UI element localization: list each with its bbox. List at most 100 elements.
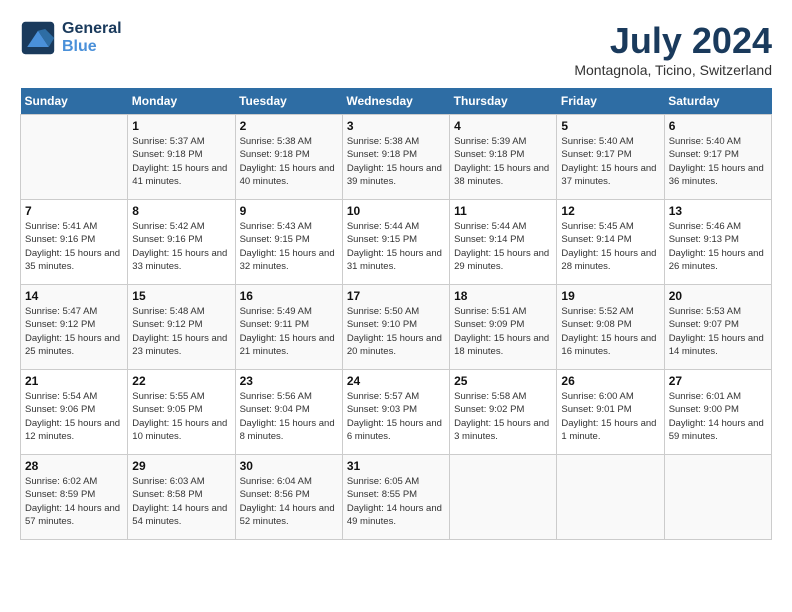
day-info: Sunrise: 5:40 AMSunset: 9:17 PMDaylight:…	[561, 135, 659, 188]
day-number: 11	[454, 204, 552, 218]
location: Montagnola, Ticino, Switzerland	[574, 62, 772, 78]
calendar-header-row: SundayMondayTuesdayWednesdayThursdayFrid…	[21, 88, 772, 115]
calendar-cell: 16Sunrise: 5:49 AMSunset: 9:11 PMDayligh…	[235, 285, 342, 370]
calendar-cell: 8 Sunrise: 5:42 AMSunset: 9:16 PMDaylight…	[128, 200, 235, 285]
calendar-cell: 27Sunrise: 6:01 AMSunset: 9:00 PMDayligh…	[664, 370, 771, 455]
calendar-cell: 30 Sunrise: 6:04 AMSunset: 8:56 PMDayligh…	[235, 455, 342, 540]
calendar-cell: 18 Sunrise: 5:51 AMSunset: 9:09 PMDayligh…	[450, 285, 557, 370]
day-info: Sunrise: 5:39 AMSunset: 9:18 PMDaylight:…	[454, 135, 552, 188]
day-info: Sunrise: 5:46 AMSunset: 9:13 PMDaylight:…	[669, 220, 767, 273]
day-number: 2	[240, 119, 338, 133]
logo-text: General Blue	[62, 20, 122, 56]
day-number: 16	[240, 289, 338, 303]
day-number: 30	[240, 459, 338, 473]
logo-icon	[20, 20, 56, 56]
calendar-cell: 4 Sunrise: 5:39 AMSunset: 9:18 PMDaylight…	[450, 115, 557, 200]
calendar-cell: 19Sunrise: 5:52 AMSunset: 9:08 PMDayligh…	[557, 285, 664, 370]
day-info: Sunrise: 5:40 AMSunset: 9:17 PMDaylight:…	[669, 135, 767, 188]
calendar-cell: 26Sunrise: 6:00 AMSunset: 9:01 PMDayligh…	[557, 370, 664, 455]
day-info: Sunrise: 6:04 AMSunset: 8:56 PMDaylight:…	[240, 475, 338, 528]
calendar-cell: 9 Sunrise: 5:43 AMSunset: 9:15 PMDaylight…	[235, 200, 342, 285]
day-info: Sunrise: 6:01 AMSunset: 9:00 PMDaylight:…	[669, 390, 767, 443]
day-info: Sunrise: 5:57 AMSunset: 9:03 PMDaylight:…	[347, 390, 445, 443]
calendar-cell: 13 Sunrise: 5:46 AMSunset: 9:13 PMDayligh…	[664, 200, 771, 285]
day-info: Sunrise: 5:45 AMSunset: 9:14 PMDaylight:…	[561, 220, 659, 273]
day-info: Sunrise: 5:43 AMSunset: 9:15 PMDaylight:…	[240, 220, 338, 273]
calendar-cell: 5 Sunrise: 5:40 AMSunset: 9:17 PMDaylight…	[557, 115, 664, 200]
day-number: 3	[347, 119, 445, 133]
calendar-cell: 6 Sunrise: 5:40 AMSunset: 9:17 PMDaylight…	[664, 115, 771, 200]
day-number: 6	[669, 119, 767, 133]
day-info: Sunrise: 5:47 AMSunset: 9:12 PMDaylight:…	[25, 305, 123, 358]
day-info: Sunrise: 5:54 AMSunset: 9:06 PMDaylight:…	[25, 390, 123, 443]
calendar-cell: 17 Sunrise: 5:50 AMSunset: 9:10 PMDayligh…	[342, 285, 449, 370]
calendar-cell: 14 Sunrise: 5:47 AMSunset: 9:12 PMDayligh…	[21, 285, 128, 370]
calendar-cell: 25 Sunrise: 5:58 AMSunset: 9:02 PMDayligh…	[450, 370, 557, 455]
calendar-cell: 15 Sunrise: 5:48 AMSunset: 9:12 PMDayligh…	[128, 285, 235, 370]
calendar-cell: 29 Sunrise: 6:03 AMSunset: 8:58 PMDayligh…	[128, 455, 235, 540]
day-number: 17	[347, 289, 445, 303]
day-info: Sunrise: 5:42 AMSunset: 9:16 PMDaylight:…	[132, 220, 230, 273]
calendar-cell: 10Sunrise: 5:44 AMSunset: 9:15 PMDayligh…	[342, 200, 449, 285]
day-info: Sunrise: 5:38 AMSunset: 9:18 PMDaylight:…	[347, 135, 445, 188]
calendar-cell: 21 Sunrise: 5:54 AMSunset: 9:06 PMDayligh…	[21, 370, 128, 455]
day-info: Sunrise: 5:51 AMSunset: 9:09 PMDaylight:…	[454, 305, 552, 358]
month-year: July 2024	[574, 20, 772, 62]
day-info: Sunrise: 5:56 AMSunset: 9:04 PMDaylight:…	[240, 390, 338, 443]
title-block: July 2024 Montagnola, Ticino, Switzerlan…	[574, 20, 772, 78]
day-number: 29	[132, 459, 230, 473]
calendar-cell: 20 Sunrise: 5:53 AMSunset: 9:07 PMDayligh…	[664, 285, 771, 370]
calendar-cell	[21, 115, 128, 200]
calendar-cell	[557, 455, 664, 540]
day-number: 7	[25, 204, 123, 218]
day-number: 22	[132, 374, 230, 388]
day-info: Sunrise: 5:38 AMSunset: 9:18 PMDaylight:…	[240, 135, 338, 188]
day-number: 10	[347, 204, 445, 218]
day-number: 25	[454, 374, 552, 388]
weekday-header: Monday	[128, 88, 235, 115]
calendar-week-row: 21 Sunrise: 5:54 AMSunset: 9:06 PMDayligh…	[21, 370, 772, 455]
day-number: 5	[561, 119, 659, 133]
day-number: 20	[669, 289, 767, 303]
calendar-week-row: 14 Sunrise: 5:47 AMSunset: 9:12 PMDayligh…	[21, 285, 772, 370]
day-info: Sunrise: 5:48 AMSunset: 9:12 PMDaylight:…	[132, 305, 230, 358]
day-number: 9	[240, 204, 338, 218]
calendar-cell: 24 Sunrise: 5:57 AMSunset: 9:03 PMDayligh…	[342, 370, 449, 455]
day-number: 4	[454, 119, 552, 133]
weekday-header: Tuesday	[235, 88, 342, 115]
day-number: 14	[25, 289, 123, 303]
weekday-header: Friday	[557, 88, 664, 115]
calendar-cell: 3 Sunrise: 5:38 AMSunset: 9:18 PMDaylight…	[342, 115, 449, 200]
calendar-cell: 28Sunrise: 6:02 AMSunset: 8:59 PMDayligh…	[21, 455, 128, 540]
weekday-header: Sunday	[21, 88, 128, 115]
day-info: Sunrise: 5:53 AMSunset: 9:07 PMDaylight:…	[669, 305, 767, 358]
calendar-cell: 7Sunrise: 5:41 AMSunset: 9:16 PMDaylight…	[21, 200, 128, 285]
calendar-week-row: 7Sunrise: 5:41 AMSunset: 9:16 PMDaylight…	[21, 200, 772, 285]
day-number: 13	[669, 204, 767, 218]
calendar-cell: 11Sunrise: 5:44 AMSunset: 9:14 PMDayligh…	[450, 200, 557, 285]
weekday-header: Wednesday	[342, 88, 449, 115]
day-info: Sunrise: 5:58 AMSunset: 9:02 PMDaylight:…	[454, 390, 552, 443]
calendar-cell: 22 Sunrise: 5:55 AMSunset: 9:05 PMDayligh…	[128, 370, 235, 455]
day-number: 8	[132, 204, 230, 218]
day-info: Sunrise: 6:03 AMSunset: 8:58 PMDaylight:…	[132, 475, 230, 528]
calendar-cell: 23 Sunrise: 5:56 AMSunset: 9:04 PMDayligh…	[235, 370, 342, 455]
day-number: 12	[561, 204, 659, 218]
weekday-header: Saturday	[664, 88, 771, 115]
logo: General Blue	[20, 20, 122, 56]
day-number: 21	[25, 374, 123, 388]
day-info: Sunrise: 5:52 AMSunset: 9:08 PMDaylight:…	[561, 305, 659, 358]
day-number: 26	[561, 374, 659, 388]
calendar-cell: 2 Sunrise: 5:38 AMSunset: 9:18 PMDaylight…	[235, 115, 342, 200]
day-number: 24	[347, 374, 445, 388]
day-info: Sunrise: 5:55 AMSunset: 9:05 PMDaylight:…	[132, 390, 230, 443]
calendar-cell: 1Sunrise: 5:37 AMSunset: 9:18 PMDaylight…	[128, 115, 235, 200]
calendar-table: SundayMondayTuesdayWednesdayThursdayFrid…	[20, 88, 772, 540]
day-number: 23	[240, 374, 338, 388]
day-info: Sunrise: 5:50 AMSunset: 9:10 PMDaylight:…	[347, 305, 445, 358]
day-number: 15	[132, 289, 230, 303]
calendar-week-row: 28Sunrise: 6:02 AMSunset: 8:59 PMDayligh…	[21, 455, 772, 540]
calendar-cell: 31Sunrise: 6:05 AMSunset: 8:55 PMDayligh…	[342, 455, 449, 540]
day-number: 18	[454, 289, 552, 303]
day-number: 1	[132, 119, 230, 133]
